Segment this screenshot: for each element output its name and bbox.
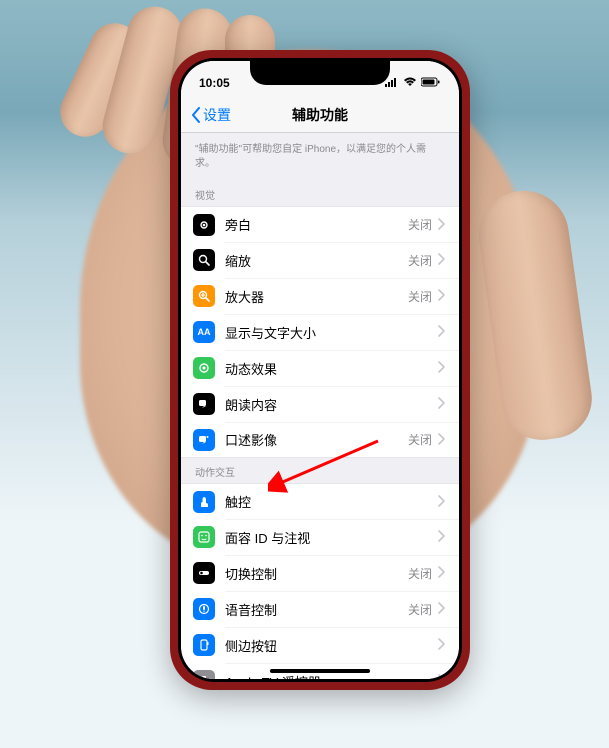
cell-label: 触控 — [225, 492, 438, 511]
appletv-remote-icon — [193, 670, 215, 679]
home-indicator[interactable] — [270, 669, 370, 673]
chevron-right-icon — [438, 565, 445, 581]
chevron-right-icon — [438, 432, 445, 448]
cell-label: 放大器 — [225, 287, 408, 306]
chevron-right-icon — [438, 601, 445, 617]
wifi-icon — [403, 76, 417, 90]
cell-value: 关闭 — [408, 288, 432, 305]
navigation-bar: 设置 辅助功能 — [181, 97, 459, 133]
touch-icon — [193, 491, 215, 513]
settings-cell[interactable]: 朗读内容 — [181, 386, 459, 422]
chevron-right-icon — [438, 494, 445, 510]
settings-cell[interactable]: 侧边按钮 — [181, 627, 459, 663]
chevron-right-icon — [438, 217, 445, 233]
cell-label: 口述影像 — [225, 430, 408, 449]
cell-value: 关闭 — [408, 216, 432, 233]
cell-label: 旁白 — [225, 215, 408, 234]
notch — [250, 61, 390, 85]
settings-cell[interactable]: 放大器关闭 — [181, 278, 459, 314]
switch-control-icon — [193, 562, 215, 584]
settings-cell[interactable]: 语音控制关闭 — [181, 591, 459, 627]
settings-cell[interactable]: 面容 ID 与注视 — [181, 519, 459, 555]
iphone-device: 10:05 设置 辅助功能 — [170, 50, 470, 690]
settings-cell[interactable]: 触控 — [181, 483, 459, 519]
cell-value: 关闭 — [408, 431, 432, 448]
settings-cell[interactable]: 口述影像关闭 — [181, 422, 459, 458]
display-text-icon: AA — [193, 321, 215, 343]
cell-value: 关闭 — [408, 252, 432, 269]
chevron-right-icon — [438, 324, 445, 340]
settings-cell[interactable]: 动态效果 — [181, 350, 459, 386]
chevron-right-icon — [438, 396, 445, 412]
cell-label: 缩放 — [225, 251, 408, 270]
chevron-right-icon — [438, 529, 445, 545]
page-description: "辅助功能"可帮助您自定 iPhone，以满足您的个人需求。 — [181, 133, 459, 181]
chevron-right-icon — [438, 637, 445, 653]
settings-cell[interactable]: 缩放关闭 — [181, 242, 459, 278]
chevron-right-icon — [438, 673, 445, 679]
cell-label: 语音控制 — [225, 600, 408, 619]
voice-control-icon — [193, 598, 215, 620]
cell-value: 关闭 — [408, 601, 432, 618]
chevron-right-icon — [438, 252, 445, 268]
settings-cell[interactable]: AA 显示与文字大小 — [181, 314, 459, 350]
battery-icon — [421, 76, 441, 90]
zoom-icon — [193, 249, 215, 271]
cell-label: 面容 ID 与注视 — [225, 528, 438, 547]
voiceover-icon — [193, 214, 215, 236]
cell-label: 动态效果 — [225, 359, 438, 378]
section-header-vision: 视觉 — [181, 181, 459, 206]
cell-label: 显示与文字大小 — [225, 323, 438, 342]
motion-icon — [193, 357, 215, 379]
cell-label: 切换控制 — [225, 564, 408, 583]
cell-value: 关闭 — [408, 565, 432, 582]
settings-cell[interactable]: 切换控制关闭 — [181, 555, 459, 591]
chevron-left-icon — [191, 107, 201, 123]
cell-label: 侧边按钮 — [225, 636, 438, 655]
faceid-icon — [193, 526, 215, 548]
side-button-icon — [193, 634, 215, 656]
settings-cell[interactable]: 旁白关闭 — [181, 206, 459, 242]
screen: 10:05 设置 辅助功能 — [181, 61, 459, 679]
cell-label: 朗读内容 — [225, 395, 438, 414]
chevron-right-icon — [438, 288, 445, 304]
status-time: 10:05 — [199, 76, 230, 90]
spoken-content-icon — [193, 393, 215, 415]
magnifier-icon — [193, 285, 215, 307]
back-button[interactable]: 设置 — [191, 105, 231, 125]
audio-desc-icon — [193, 429, 215, 451]
back-label: 设置 — [203, 105, 231, 125]
section-header-interaction: 动作交互 — [181, 458, 459, 483]
chevron-right-icon — [438, 360, 445, 376]
